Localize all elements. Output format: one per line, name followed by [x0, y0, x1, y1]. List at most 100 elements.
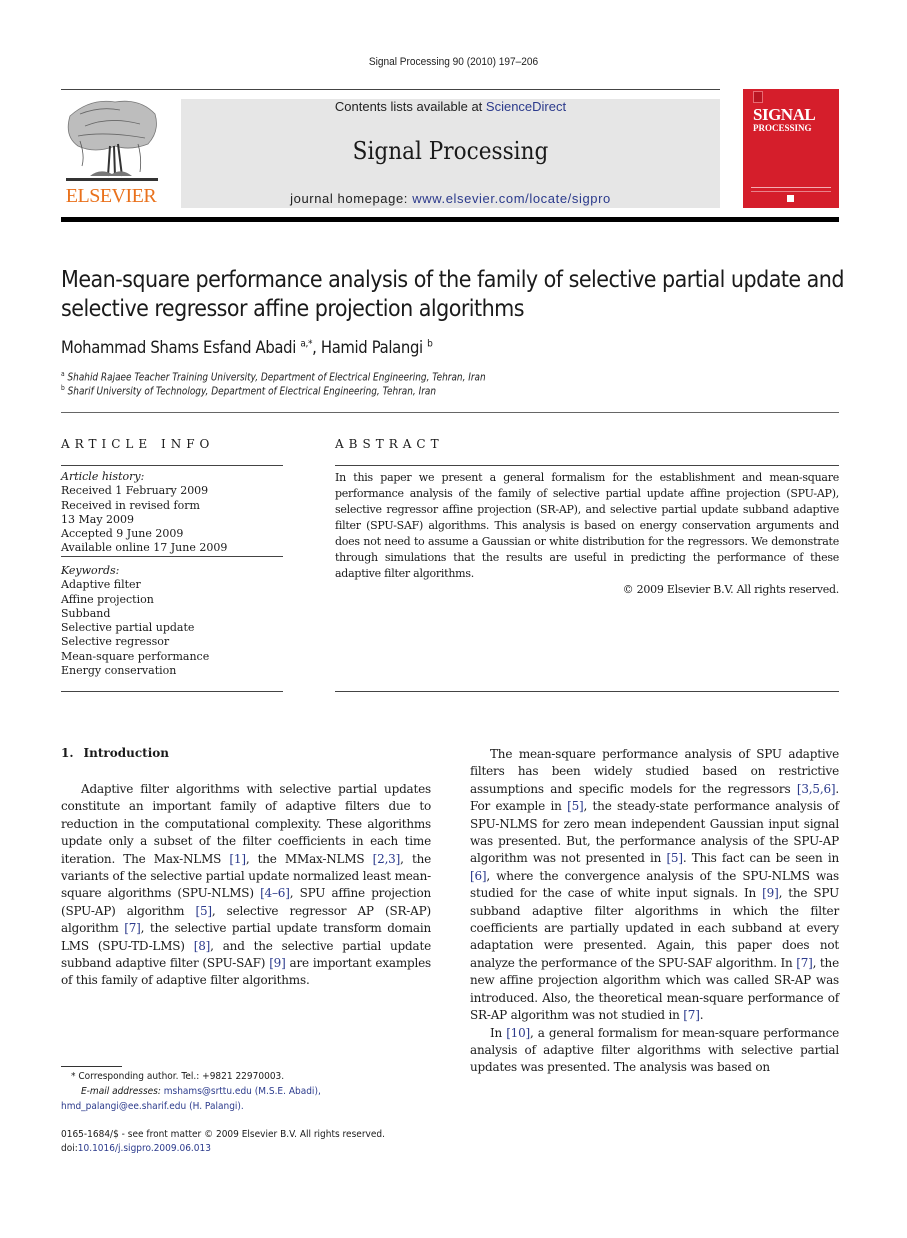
- history-item: 13 May 2009: [61, 512, 135, 526]
- text-run: , the MMax-NLMS: [245, 851, 373, 866]
- citation-link[interactable]: [5]: [666, 851, 683, 865]
- citation-link[interactable]: [8]: [194, 939, 211, 953]
- text-run: In: [490, 1025, 507, 1040]
- email-link[interactable]: mshams@srttu.edu: [164, 1086, 252, 1097]
- divider: [61, 556, 283, 557]
- history-item: Accepted 9 June 2009: [61, 527, 184, 541]
- article-title: Mean-square performance analysis of the …: [61, 267, 845, 322]
- footnote-rule: [61, 1066, 122, 1067]
- footnote-corresponding-author: * Corresponding author. Tel.: +9821 2297…: [71, 1071, 285, 1082]
- history-item: Received 1 February 2009: [61, 484, 209, 498]
- paragraph: In [10], a general formalism for mean-sq…: [470, 1025, 839, 1077]
- citation-link[interactable]: [9]: [269, 956, 286, 970]
- affiliation-text: Shahid Rajaee Teacher Training Universit…: [67, 371, 486, 384]
- paragraph: The mean-square performance analysis of …: [470, 746, 839, 1025]
- email-owner: (H. Palangi).: [186, 1101, 244, 1112]
- divider: [61, 691, 283, 692]
- cover-title-line1: SIGNAL: [753, 105, 816, 124]
- header-top-rule: [61, 89, 720, 90]
- abstract-heading: ABSTRACT: [335, 437, 444, 451]
- keywords: Keywords: Adaptive filter Affine project…: [61, 564, 291, 678]
- contents-prefix: Contents lists available at: [334, 99, 486, 114]
- author-marks: a,*: [300, 338, 313, 350]
- divider: [335, 691, 839, 692]
- email-link[interactable]: hmd_palangi@ee.sharif.edu: [61, 1101, 186, 1112]
- citation-link[interactable]: [5]: [195, 904, 212, 918]
- body-column-left: Adaptive filter algorithms with selectiv…: [61, 781, 431, 990]
- citation-link[interactable]: [7]: [683, 1008, 700, 1022]
- affiliation: b Sharif University of Technology, Depar…: [61, 384, 436, 398]
- citation-link[interactable]: [10]: [506, 1026, 530, 1040]
- text-run: The mean-square performance analysis of …: [470, 747, 839, 796]
- footnote-email: E-mail addresses: mshams@srttu.edu (M.S.…: [81, 1084, 321, 1100]
- citation-link[interactable]: [5]: [567, 799, 584, 813]
- email-label: E-mail addresses:: [81, 1086, 164, 1097]
- author-separator: ,: [312, 338, 321, 357]
- citation-link[interactable]: [1]: [229, 852, 246, 866]
- contents-line: Contents lists available at ScienceDirec…: [181, 99, 720, 114]
- text-run: .: [699, 1008, 704, 1023]
- homepage-link[interactable]: www.elsevier.com/locate/sigpro: [412, 191, 611, 206]
- affiliation-mark: b: [61, 384, 65, 392]
- text-run: . This fact can be seen in: [682, 851, 839, 866]
- divider: [61, 412, 839, 413]
- citation-link[interactable]: [6]: [470, 869, 487, 883]
- paragraph: Adaptive filter algorithms with selectiv…: [61, 781, 431, 990]
- author-marks: b: [427, 338, 433, 350]
- citation-link[interactable]: [9]: [762, 886, 779, 900]
- doi-line: doi:10.1016/j.sigpro.2009.06.013: [61, 1141, 211, 1157]
- affiliation: a Shahid Rajaee Teacher Training Univers…: [61, 370, 486, 384]
- citation-link[interactable]: [4–6]: [260, 886, 290, 900]
- cover-title-line2: PROCESSING: [753, 123, 812, 133]
- divider: [335, 465, 839, 466]
- article-history: Article history: Received 1 February 200…: [61, 470, 291, 556]
- citation-link[interactable]: [2,3]: [373, 852, 401, 866]
- abstract-copyright: © 2009 Elsevier B.V. All rights reserved…: [622, 583, 840, 596]
- cover-divider: [751, 187, 831, 188]
- history-item: Available online 17 June 2009: [61, 541, 228, 555]
- elsevier-logo[interactable]: ELSEVIER: [60, 96, 162, 208]
- running-head: Signal Processing 90 (2010) 197–206: [368, 56, 539, 68]
- keyword-item: Adaptive filter: [61, 578, 141, 592]
- cover-publisher-icon: [753, 91, 763, 103]
- header-thick-rule: [61, 217, 839, 222]
- divider: [61, 465, 283, 466]
- homepage-line: journal homepage: www.elsevier.com/locat…: [181, 191, 720, 206]
- doi-link[interactable]: 10.1016/j.sigpro.2009.06.013: [78, 1143, 211, 1154]
- keyword-item: Selective partial update: [61, 621, 195, 635]
- affiliation-text: Sharif University of Technology, Departm…: [67, 385, 436, 398]
- history-item: Received in revised form: [61, 498, 200, 512]
- author-list: Mohammad Shams Esfand Abadi a,*, Hamid P…: [61, 338, 433, 357]
- sciencedirect-link[interactable]: ScienceDirect: [486, 99, 566, 114]
- author-name[interactable]: Mohammad Shams Esfand Abadi: [61, 338, 296, 357]
- journal-cover[interactable]: SIGNAL PROCESSING: [743, 89, 839, 208]
- keyword-item: Affine projection: [61, 592, 154, 606]
- journal-title: Signal Processing: [352, 137, 549, 165]
- doi-prefix: doi:: [61, 1143, 78, 1154]
- cover-mark-icon: [787, 195, 794, 202]
- abstract: In this paper we present a general forma…: [335, 470, 839, 598]
- article-info-heading: ARTICLE INFO: [61, 437, 215, 451]
- citation-link[interactable]: [7]: [796, 956, 813, 970]
- journal-banner: Contents lists available at ScienceDirec…: [181, 99, 720, 208]
- section-title: Introduction: [83, 746, 169, 760]
- elsevier-tree-icon: [66, 100, 158, 181]
- keyword-item: Energy conservation: [61, 664, 177, 678]
- affiliation-mark: a: [61, 370, 65, 378]
- keywords-label: Keywords:: [61, 564, 120, 577]
- abstract-text: In this paper we present a general forma…: [335, 471, 839, 580]
- keyword-item: Mean-square performance: [61, 649, 210, 663]
- body-column-right: The mean-square performance analysis of …: [470, 746, 839, 1077]
- section-heading-introduction: 1. Introduction: [61, 746, 169, 760]
- section-number: 1.: [61, 746, 74, 760]
- keyword-item: Subband: [61, 606, 111, 620]
- citation-link[interactable]: [7]: [124, 921, 141, 935]
- keyword-item: Selective regressor: [61, 635, 170, 649]
- citation-link[interactable]: [3,5,6]: [797, 782, 836, 796]
- footnote-email: hmd_palangi@ee.sharif.edu (H. Palangi).: [61, 1099, 244, 1115]
- author-name[interactable]: Hamid Palangi: [321, 338, 423, 357]
- elsevier-wordmark: ELSEVIER: [65, 185, 157, 207]
- cover-divider: [751, 191, 831, 192]
- history-label: Article history:: [61, 470, 145, 483]
- homepage-prefix: journal homepage:: [290, 191, 413, 206]
